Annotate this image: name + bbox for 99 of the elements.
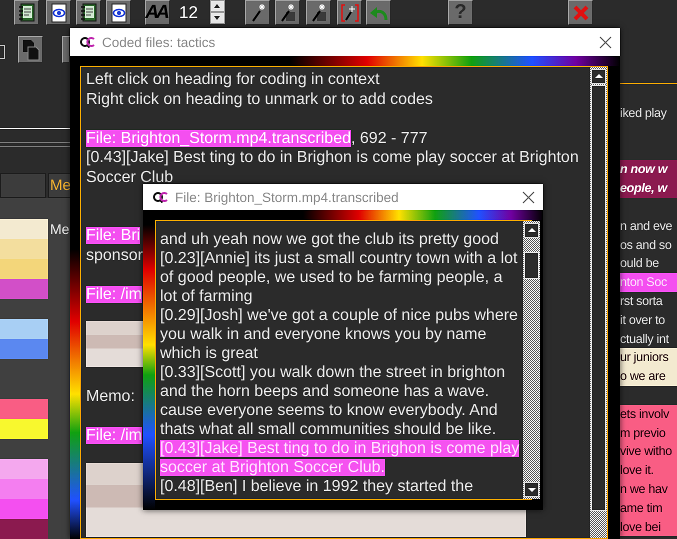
transcript-text: ctually int [620, 330, 670, 348]
documents-button[interactable] [18, 36, 43, 63]
scrollbar[interactable] [590, 67, 607, 538]
transcript-text: rst sorta [620, 292, 664, 310]
eye-icon [110, 2, 126, 22]
spin-down-button[interactable] [210, 12, 225, 24]
transcript-text: Right click on heading to unmark or to add codes [86, 90, 433, 109]
window-title: Coded files: tactics [102, 34, 216, 50]
coded-text: m previo [620, 424, 677, 442]
coded-text: ur juniors [620, 348, 677, 368]
transcript-text: Memo: [86, 386, 135, 406]
close-icon[interactable] [599, 36, 612, 48]
transcript-text: which is great [160, 345, 258, 362]
close-button[interactable] [568, 0, 593, 25]
transcript-text: of good people, we used to be farming people, a [160, 269, 502, 286]
scroll-down-button[interactable] [524, 482, 540, 497]
notebook-icon [18, 2, 36, 22]
transcript-text: os and so [620, 236, 673, 254]
coded-text: ame tim [620, 498, 677, 518]
transcript-text: iked play [620, 105, 668, 122]
transcript-text: and uh yeah now we got the club its pretty good [160, 231, 499, 248]
toolbar-button[interactable] [62, 36, 70, 63]
transcript-text: n and eve [620, 218, 674, 235]
coded-text: vive witho [620, 442, 677, 462]
wand-tag-icon [310, 3, 328, 22]
transcript-text: it over to [620, 312, 666, 329]
code-color-swatch[interactable] [0, 419, 48, 439]
coded-text: nton Soc [620, 273, 677, 292]
code-color-swatch[interactable] [0, 479, 48, 499]
coded-text: love it. [620, 461, 677, 480]
notebook-icon [80, 2, 98, 22]
transcript-text: lot of farming [160, 288, 252, 305]
transcript-text: [0.43][Jake] Best ting to do in Brighon is come play soccer at Brighton [86, 148, 579, 168]
file-heading[interactable]: File: Bri [86, 227, 140, 244]
transcript-text: you walk in and everyone knows you by name [160, 326, 486, 343]
logo-icon [80, 36, 95, 48]
transcript-text: Left click on heading for coding in context [86, 70, 380, 90]
scroll-up-button[interactable] [591, 69, 606, 84]
scroll-up-button[interactable] [524, 223, 540, 238]
notebook-button[interactable] [76, 0, 101, 25]
file-heading[interactable]: File: Brighton_Storm.mp4.transcribed [86, 130, 351, 146]
preview-button[interactable] [46, 0, 71, 25]
code-color-swatch[interactable] [0, 219, 48, 239]
transcript-text: [0.33][Scott] you walk down the street in brighton [160, 364, 506, 381]
eye-icon [50, 2, 66, 22]
notebook-button[interactable] [14, 0, 39, 25]
photo-placeholder [86, 321, 143, 367]
code-color-swatch[interactable] [0, 499, 48, 519]
memo-text: n now w [620, 160, 677, 180]
documents-icon [20, 38, 40, 60]
logo-icon [153, 191, 168, 203]
spin-up-button[interactable] [210, 0, 225, 12]
transcript-text: [0.29][Josh] we've got a couple of nice pubs where [160, 307, 518, 324]
transcript-text: [0.23][Annie] its just a small country town with a lot [160, 250, 518, 267]
wand-bracket-icon [340, 2, 358, 22]
code-color-swatch[interactable] [0, 279, 48, 299]
code-color-swatch[interactable] [0, 519, 48, 539]
close-icon [572, 4, 588, 20]
transcript-text: sponsor [86, 246, 143, 265]
help-button[interactable]: ? [448, 0, 473, 25]
wand-tag-icon [278, 3, 296, 22]
wand-icon [250, 3, 266, 22]
toolbar-button[interactable] [0, 45, 5, 59]
transcript-text: cause everyone seems to know everybody. And [160, 402, 498, 419]
preview-button[interactable] [106, 0, 131, 25]
coded-text: n we hav [620, 480, 677, 499]
coded-text: o we are [620, 367, 677, 386]
coded-text: ets involv [620, 404, 677, 424]
font-button[interactable]: AA [145, 0, 170, 25]
memo-text: eople, w [620, 179, 677, 198]
file-heading[interactable]: File: /im [86, 426, 142, 444]
transcript-text: [0.48][Ben] I believe in 1992 they started the [160, 478, 474, 495]
scrollbar[interactable] [523, 221, 540, 499]
transcript-text: thats what all small communities should be like. [160, 421, 496, 438]
coded-text: soccer at Brighton Soccer Club. [160, 459, 385, 476]
window-title: File: Brighton_Storm.mp4.transcribed [175, 190, 400, 204]
transcript-text: Soccer Club [86, 168, 174, 187]
transcript-text: and the horn beeps and someone has a wave. [160, 383, 490, 400]
segment-range: , 692 - 777 [351, 130, 428, 146]
code-color-swatch[interactable] [0, 399, 48, 419]
scroll-thumb[interactable] [591, 85, 606, 511]
undo-icon [368, 4, 388, 21]
code-color-swatch[interactable] [0, 459, 48, 479]
coded-text: love bei [620, 518, 677, 536]
transcript-text: ould be [620, 255, 660, 272]
code-color-swatch[interactable] [0, 259, 48, 279]
undo-button[interactable] [366, 0, 391, 25]
code-name: Me [49, 220, 70, 239]
close-icon[interactable] [522, 190, 535, 204]
column-header[interactable]: Me [48, 173, 70, 198]
wand-button[interactable] [337, 0, 362, 25]
wand-button[interactable] [306, 0, 331, 25]
wand-button[interactable] [275, 0, 300, 25]
code-color-swatch[interactable] [0, 239, 48, 259]
wand-button[interactable] [245, 0, 270, 25]
file-heading[interactable]: File: /im [86, 286, 142, 302]
code-color-swatch[interactable] [0, 319, 48, 339]
code-color-swatch[interactable] [0, 339, 48, 359]
scroll-thumb[interactable] [524, 252, 540, 279]
